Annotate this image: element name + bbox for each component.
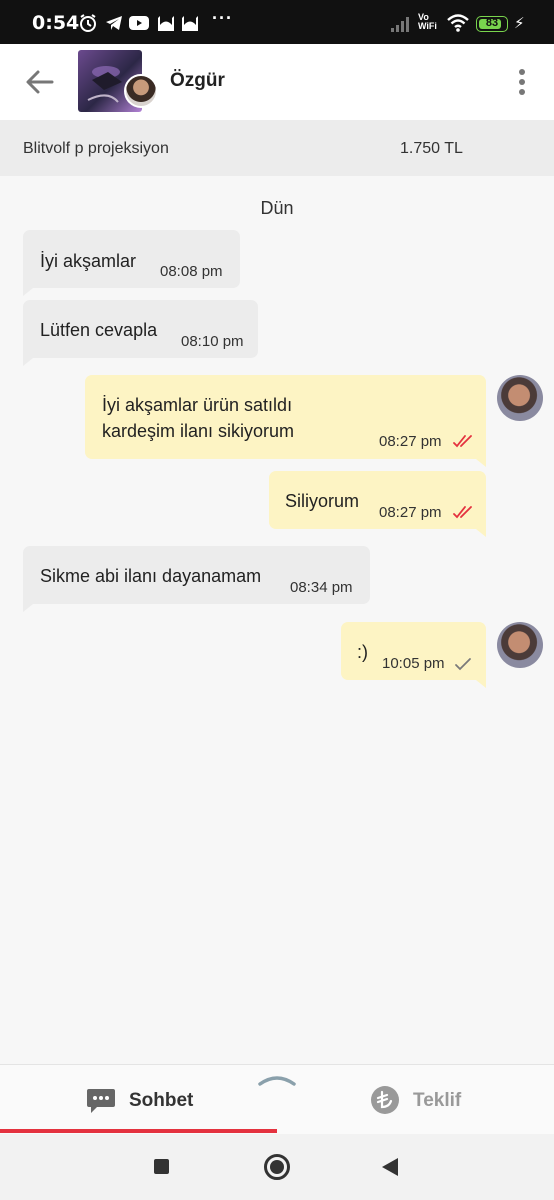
mosque-icon (158, 16, 174, 31)
lira-coin-icon (371, 1086, 399, 1114)
battery-icon: 83 (476, 16, 508, 32)
my-avatar[interactable] (497, 622, 543, 668)
message-outgoing[interactable]: Siliyorum 08:27 pm (269, 471, 486, 537)
more-notifications-icon: ··· (212, 8, 233, 28)
selected-tab-indicator (0, 1129, 277, 1133)
status-bar: 0:54 ··· Vo WiFi 83 ⚡ (0, 0, 554, 44)
message-time: 08:34 pm (290, 579, 353, 596)
mosque-icon (182, 16, 198, 31)
message-text: İyi akşamlar (40, 251, 137, 271)
home-icon[interactable] (264, 1154, 290, 1180)
status-time: 0:54 (32, 12, 80, 34)
day-separator: Dün (260, 198, 294, 218)
tab-sohbet[interactable]: Sohbet (0, 1065, 277, 1135)
contact-name[interactable]: Özgür (170, 70, 225, 92)
tab-label: Teklif (413, 1090, 462, 1111)
wifi-icon (447, 14, 469, 32)
alarm-icon (80, 14, 96, 32)
listing-title: Blitvolf p projeksiyon (23, 140, 169, 157)
message-time: 08:27 pm (379, 504, 442, 521)
my-avatar[interactable] (497, 375, 543, 421)
more-vert-icon[interactable] (508, 64, 536, 100)
recents-icon[interactable] (154, 1159, 169, 1174)
back-triangle-icon[interactable] (382, 1158, 398, 1176)
message-outgoing[interactable]: :) 10:05 pm (341, 622, 486, 688)
message-time: 10:05 pm (382, 655, 445, 672)
message-text: İyi akşamlar ürün satıldı (102, 395, 293, 415)
message-time: 08:10 pm (181, 333, 244, 350)
read-double-check-icon (453, 506, 472, 519)
battery-percent: 83 (485, 17, 499, 29)
listing-price: 1.750 TL (400, 140, 463, 157)
charging-bolt-icon: ⚡ (514, 15, 525, 32)
tab-label: Sohbet (129, 1090, 194, 1111)
back-arrow-icon[interactable] (22, 64, 58, 100)
contact-avatar[interactable] (124, 74, 158, 108)
chat-header: Özgür (0, 44, 554, 120)
tab-teklif[interactable]: Teklif (277, 1065, 554, 1135)
message-incoming[interactable]: Lütfen cevapla 08:10 pm (23, 300, 258, 366)
message-text: Lütfen cevapla (40, 320, 158, 340)
system-nav-bar (0, 1134, 554, 1200)
signal-icon (391, 17, 409, 32)
message-outgoing[interactable]: İyi akşamlar ürün satıldı kardeşim ilanı… (85, 375, 486, 467)
message-text: Siliyorum (285, 491, 360, 511)
youtube-icon (129, 16, 149, 30)
message-time: 08:08 pm (160, 263, 223, 280)
message-text: :) (357, 642, 368, 662)
message-text: Sikme abi ilanı dayanamam (40, 566, 262, 586)
message-text: kardeşim ilanı sikiyorum (102, 421, 295, 441)
chat-bubble-icon (87, 1089, 115, 1113)
read-double-check-icon (453, 435, 472, 448)
message-time: 08:27 pm (379, 433, 442, 450)
expand-handle-icon[interactable] (258, 1072, 296, 1086)
vowifi-icon: Vo WiFi (418, 12, 437, 31)
listing-summary[interactable]: Blitvolf p projeksiyon 1.750 TL (0, 120, 554, 176)
sent-check-icon (455, 658, 471, 671)
message-incoming[interactable]: Sikme abi ilanı dayanamam 08:34 pm (23, 546, 370, 612)
message-incoming[interactable]: İyi akşamlar 08:08 pm (23, 230, 240, 296)
telegram-icon (106, 16, 122, 30)
